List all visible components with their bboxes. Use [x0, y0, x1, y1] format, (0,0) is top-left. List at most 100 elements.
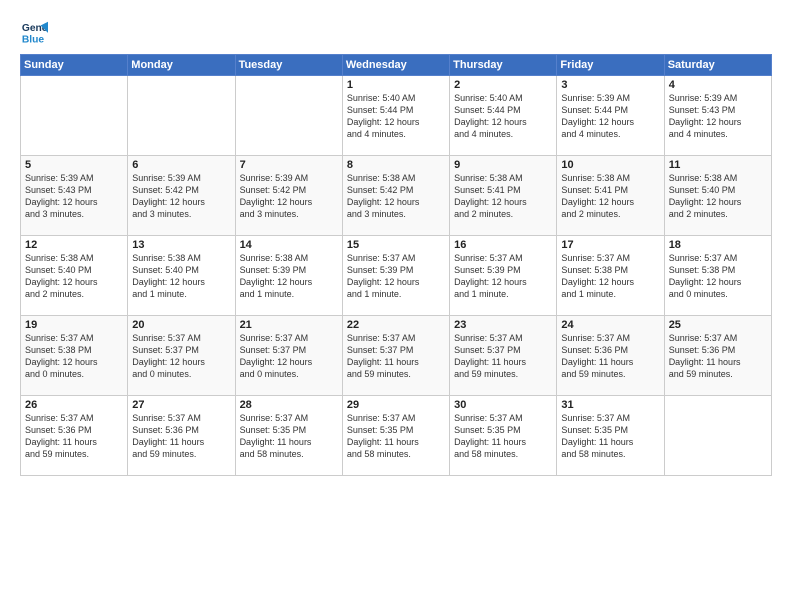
day-info: Sunrise: 5:38 AM Sunset: 5:41 PM Dayligh…: [454, 172, 552, 221]
day-number: 28: [240, 399, 338, 411]
day-info: Sunrise: 5:37 AM Sunset: 5:36 PM Dayligh…: [669, 332, 767, 381]
logo: General Blue: [20, 18, 52, 46]
day-number: 10: [561, 159, 659, 171]
calendar-cell: 4Sunrise: 5:39 AM Sunset: 5:43 PM Daylig…: [664, 76, 771, 156]
day-number: 17: [561, 239, 659, 251]
day-number: 22: [347, 319, 445, 331]
day-number: 19: [25, 319, 123, 331]
weekday-header: Tuesday: [235, 55, 342, 76]
day-info: Sunrise: 5:39 AM Sunset: 5:42 PM Dayligh…: [240, 172, 338, 221]
day-number: 20: [132, 319, 230, 331]
calendar-cell: 12Sunrise: 5:38 AM Sunset: 5:40 PM Dayli…: [21, 236, 128, 316]
weekday-header: Thursday: [450, 55, 557, 76]
calendar-week-row: 19Sunrise: 5:37 AM Sunset: 5:38 PM Dayli…: [21, 316, 772, 396]
svg-text:Blue: Blue: [22, 34, 45, 45]
weekday-header: Saturday: [664, 55, 771, 76]
day-number: 26: [25, 399, 123, 411]
day-info: Sunrise: 5:37 AM Sunset: 5:35 PM Dayligh…: [454, 412, 552, 461]
calendar-cell: [664, 396, 771, 476]
day-info: Sunrise: 5:37 AM Sunset: 5:39 PM Dayligh…: [454, 252, 552, 301]
day-number: 15: [347, 239, 445, 251]
calendar-cell: 21Sunrise: 5:37 AM Sunset: 5:37 PM Dayli…: [235, 316, 342, 396]
day-info: Sunrise: 5:39 AM Sunset: 5:44 PM Dayligh…: [561, 92, 659, 141]
day-info: Sunrise: 5:37 AM Sunset: 5:38 PM Dayligh…: [561, 252, 659, 301]
day-number: 29: [347, 399, 445, 411]
calendar-cell: 1Sunrise: 5:40 AM Sunset: 5:44 PM Daylig…: [342, 76, 449, 156]
calendar-cell: 17Sunrise: 5:37 AM Sunset: 5:38 PM Dayli…: [557, 236, 664, 316]
calendar-cell: 26Sunrise: 5:37 AM Sunset: 5:36 PM Dayli…: [21, 396, 128, 476]
day-number: 7: [240, 159, 338, 171]
day-info: Sunrise: 5:40 AM Sunset: 5:44 PM Dayligh…: [347, 92, 445, 141]
day-number: 12: [25, 239, 123, 251]
day-info: Sunrise: 5:38 AM Sunset: 5:41 PM Dayligh…: [561, 172, 659, 221]
calendar-cell: 19Sunrise: 5:37 AM Sunset: 5:38 PM Dayli…: [21, 316, 128, 396]
calendar-week-row: 26 Sunrise: 5:37 AM Sunset: 5:36 PM Dayli…: [21, 396, 772, 476]
calendar: SundayMondayTuesdayWednesdayThursdayFrid…: [20, 54, 772, 476]
calendar-week-row: 1Sunrise: 5:40 AM Sunset: 5:44 PM Daylig…: [21, 76, 772, 156]
day-info: Sunrise: 5:39 AM Sunset: 5:43 PM Dayligh…: [25, 172, 123, 221]
day-number: 14: [240, 239, 338, 251]
day-info: Sunrise: 5:37 AM Sunset: 5:37 PM Dayligh…: [240, 332, 338, 381]
day-info: Sunrise: 5:37 AM Sunset: 5:37 PM Dayligh…: [347, 332, 445, 381]
calendar-cell: 23Sunrise: 5:37 AM Sunset: 5:37 PM Dayli…: [450, 316, 557, 396]
calendar-cell: 2Sunrise: 5:40 AM Sunset: 5:44 PM Daylig…: [450, 76, 557, 156]
day-number: 13: [132, 239, 230, 251]
calendar-cell: 24Sunrise: 5:37 AM Sunset: 5:36 PM Dayli…: [557, 316, 664, 396]
calendar-cell: 6Sunrise: 5:39 AM Sunset: 5:42 PM Daylig…: [128, 156, 235, 236]
weekday-header: Wednesday: [342, 55, 449, 76]
day-info: Sunrise: 5:37 AM Sunset: 5:38 PM Dayligh…: [25, 332, 123, 381]
day-info: Sunrise: 5:39 AM Sunset: 5:43 PM Dayligh…: [669, 92, 767, 141]
calendar-cell: 31Sunrise: 5:37 AM Sunset: 5:35 PM Dayli…: [557, 396, 664, 476]
day-number: 8: [347, 159, 445, 171]
day-info: Sunrise: 5:37 AM Sunset: 5:36 PM Dayligh…: [561, 332, 659, 381]
weekday-header: Monday: [128, 55, 235, 76]
weekday-header: Friday: [557, 55, 664, 76]
day-number: 3: [561, 79, 659, 91]
calendar-cell: 10Sunrise: 5:38 AM Sunset: 5:41 PM Dayli…: [557, 156, 664, 236]
calendar-cell: 30Sunrise: 5:37 AM Sunset: 5:35 PM Dayli…: [450, 396, 557, 476]
calendar-cell: 7Sunrise: 5:39 AM Sunset: 5:42 PM Daylig…: [235, 156, 342, 236]
page: General Blue SundayMondayTuesdayWednesda…: [0, 0, 792, 612]
calendar-cell: 16Sunrise: 5:37 AM Sunset: 5:39 PM Dayli…: [450, 236, 557, 316]
day-info: Sunrise: 5:38 AM Sunset: 5:39 PM Dayligh…: [240, 252, 338, 301]
calendar-week-row: 12Sunrise: 5:38 AM Sunset: 5:40 PM Dayli…: [21, 236, 772, 316]
calendar-cell: [128, 76, 235, 156]
day-number: 23: [454, 319, 552, 331]
day-number: 1: [347, 79, 445, 91]
day-info: Sunrise: 5:38 AM Sunset: 5:42 PM Dayligh…: [347, 172, 445, 221]
day-info: Sunrise: 5:37 AM Sunset: 5:36 PM Dayligh…: [132, 412, 230, 461]
calendar-cell: 22Sunrise: 5:37 AM Sunset: 5:37 PM Dayli…: [342, 316, 449, 396]
day-number: 4: [669, 79, 767, 91]
calendar-cell: [235, 76, 342, 156]
calendar-cell: 27Sunrise: 5:37 AM Sunset: 5:36 PM Dayli…: [128, 396, 235, 476]
day-number: 11: [669, 159, 767, 171]
day-info: Sunrise: 5:37 AM Sunset: 5:35 PM Dayligh…: [347, 412, 445, 461]
calendar-cell: 3Sunrise: 5:39 AM Sunset: 5:44 PM Daylig…: [557, 76, 664, 156]
calendar-cell: 25Sunrise: 5:37 AM Sunset: 5:36 PM Dayli…: [664, 316, 771, 396]
calendar-cell: 13Sunrise: 5:38 AM Sunset: 5:40 PM Dayli…: [128, 236, 235, 316]
weekday-header: Sunday: [21, 55, 128, 76]
day-number: 27: [132, 399, 230, 411]
day-number: 5: [25, 159, 123, 171]
calendar-header-row: SundayMondayTuesdayWednesdayThursdayFrid…: [21, 55, 772, 76]
day-info: Sunrise: 5:40 AM Sunset: 5:44 PM Dayligh…: [454, 92, 552, 141]
day-info: Sunrise: 5:37 AM Sunset: 5:35 PM Dayligh…: [240, 412, 338, 461]
day-info: Sunrise: 5:38 AM Sunset: 5:40 PM Dayligh…: [25, 252, 123, 301]
day-number: 21: [240, 319, 338, 331]
day-info: Sunrise: 5:37 AM Sunset: 5:38 PM Dayligh…: [669, 252, 767, 301]
header: General Blue: [20, 18, 772, 46]
calendar-week-row: 5Sunrise: 5:39 AM Sunset: 5:43 PM Daylig…: [21, 156, 772, 236]
day-info: Sunrise: 5:37 AM Sunset: 5:37 PM Dayligh…: [454, 332, 552, 381]
day-number: 6: [132, 159, 230, 171]
day-info: Sunrise: 5:37 AM Sunset: 5:37 PM Dayligh…: [132, 332, 230, 381]
day-info: Sunrise: 5:37 AM Sunset: 5:39 PM Dayligh…: [347, 252, 445, 301]
day-number: 25: [669, 319, 767, 331]
calendar-cell: 8Sunrise: 5:38 AM Sunset: 5:42 PM Daylig…: [342, 156, 449, 236]
calendar-cell: 28Sunrise: 5:37 AM Sunset: 5:35 PM Dayli…: [235, 396, 342, 476]
day-number: 30: [454, 399, 552, 411]
calendar-cell: 14Sunrise: 5:38 AM Sunset: 5:39 PM Dayli…: [235, 236, 342, 316]
calendar-cell: 29Sunrise: 5:37 AM Sunset: 5:35 PM Dayli…: [342, 396, 449, 476]
day-info: Sunrise: 5:37 AM Sunset: 5:35 PM Dayligh…: [561, 412, 659, 461]
calendar-cell: 15Sunrise: 5:37 AM Sunset: 5:39 PM Dayli…: [342, 236, 449, 316]
calendar-cell: 5Sunrise: 5:39 AM Sunset: 5:43 PM Daylig…: [21, 156, 128, 236]
